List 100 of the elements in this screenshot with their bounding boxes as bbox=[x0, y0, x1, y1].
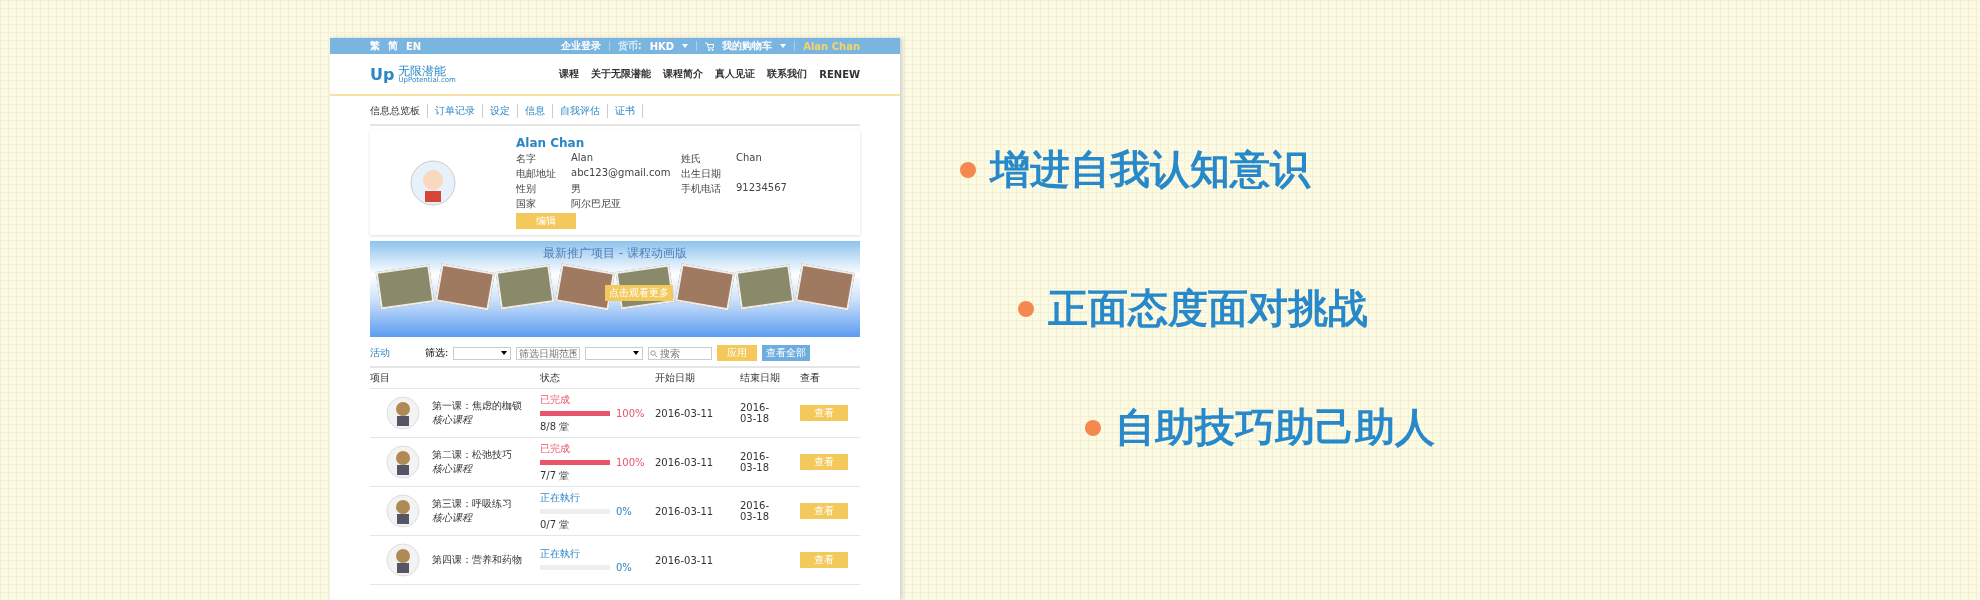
bullet-dot bbox=[1085, 419, 1101, 436]
language-link[interactable]: 繁 bbox=[370, 39, 380, 53]
nav-link[interactable]: 课程简介 bbox=[663, 67, 704, 81]
end-date: 2016-03-18 bbox=[740, 402, 771, 424]
field-label: 姓氏 bbox=[681, 152, 702, 166]
lesson-category: 核心课程 bbox=[432, 413, 474, 427]
status-label: 正在執行 bbox=[540, 490, 581, 505]
progress-percent: 100% bbox=[616, 456, 645, 468]
bullet-dot bbox=[1018, 300, 1034, 317]
caret-icon bbox=[633, 351, 640, 355]
nav-link[interactable]: 课程 bbox=[559, 67, 580, 81]
progress-percent: 0% bbox=[616, 505, 632, 517]
cart-link[interactable]: 我的购物车 bbox=[722, 39, 773, 53]
progress-percent: 0% bbox=[616, 562, 632, 573]
caret-icon bbox=[682, 44, 689, 48]
character-avatar-icon bbox=[386, 445, 420, 479]
apply-button[interactable]: 应用 bbox=[717, 345, 758, 361]
column-header: 项目 bbox=[370, 371, 391, 385]
language-link[interactable]: EN bbox=[406, 40, 422, 52]
photo-placeholder bbox=[375, 264, 435, 310]
lesson-title: 第二课：松弛技巧 bbox=[432, 448, 512, 462]
field-value: Alan bbox=[571, 152, 595, 165]
field-value: 男 bbox=[571, 182, 582, 196]
tab[interactable]: 订单记录 bbox=[428, 104, 483, 118]
caret-icon bbox=[780, 44, 787, 48]
field-label: 性别 bbox=[516, 182, 537, 196]
start-date: 2016-03-11 bbox=[655, 505, 715, 517]
field-value: 阿尔巴尼亚 bbox=[571, 197, 622, 211]
photo-placeholder bbox=[735, 264, 795, 310]
start-date: 2016-03-11 bbox=[655, 554, 715, 566]
session-count: 8/8 堂 bbox=[540, 419, 571, 434]
category-dropdown[interactable] bbox=[453, 346, 512, 360]
bullet-text: 自助技巧助己助人 bbox=[1115, 403, 1435, 452]
search-field[interactable]: 搜索 bbox=[648, 346, 713, 360]
nav-link[interactable]: RENEW bbox=[819, 68, 860, 80]
photo-placeholder bbox=[495, 264, 555, 310]
search-icon bbox=[650, 349, 658, 357]
column-header: 开始日期 bbox=[655, 371, 696, 385]
session-count: 0/7 堂 bbox=[540, 517, 571, 532]
column-header: 状态 bbox=[540, 371, 561, 385]
field-label: 电邮地址 bbox=[516, 167, 557, 181]
view-button[interactable]: 查看 bbox=[800, 405, 848, 421]
view-button[interactable]: 查看 bbox=[800, 552, 848, 568]
column-header: 查看 bbox=[800, 371, 821, 385]
field-value: abc123@gmail.com bbox=[571, 167, 672, 180]
bullet-text: 增进自我认知意识 bbox=[990, 145, 1310, 194]
view-all-button[interactable]: 查看全部 bbox=[762, 345, 811, 361]
corporate-login-link[interactable]: 企业登录 bbox=[560, 39, 601, 53]
lesson-category: 核心课程 bbox=[432, 462, 474, 476]
end-date: 2016-03-18 bbox=[740, 500, 771, 522]
user-link[interactable]: Alan Chan bbox=[803, 40, 860, 52]
nav-link[interactable]: 真人见证 bbox=[715, 67, 756, 81]
view-button[interactable]: 查看 bbox=[800, 503, 848, 519]
bullet-dot bbox=[960, 161, 976, 178]
caret-icon bbox=[501, 351, 508, 355]
logo-mark: Up bbox=[370, 64, 395, 84]
bullet-text: 正面态度面对挑战 bbox=[1048, 284, 1368, 333]
field-label: 出生日期 bbox=[681, 167, 722, 181]
logo-name: 无限潜能 bbox=[398, 64, 447, 77]
status-label: 已完成 bbox=[540, 392, 571, 407]
column-header: 结束日期 bbox=[740, 371, 781, 385]
character-avatar-icon bbox=[386, 396, 420, 430]
lesson-title: 第一课：焦虑的枷锁 bbox=[432, 399, 522, 413]
photo-placeholder bbox=[675, 263, 735, 311]
view-button[interactable]: 查看 bbox=[800, 454, 848, 470]
session-count: 7/7 堂 bbox=[540, 468, 571, 483]
tab[interactable]: 自我评估 bbox=[553, 104, 608, 118]
progress-bar bbox=[540, 410, 610, 416]
progress-percent: 100% bbox=[616, 407, 645, 419]
field-label: 国家 bbox=[516, 197, 537, 211]
nav-link[interactable]: 关于无限潜能 bbox=[591, 67, 652, 81]
watch-more-button[interactable]: 点击观看更多 bbox=[605, 285, 673, 301]
field-label: 手机电话 bbox=[681, 182, 722, 196]
character-avatar-icon bbox=[386, 494, 420, 528]
profile-name: Alan Chan bbox=[516, 136, 586, 150]
status-dropdown[interactable] bbox=[585, 346, 644, 360]
photo-placeholder bbox=[795, 263, 855, 311]
currency-dropdown[interactable]: HKD bbox=[649, 40, 675, 52]
tab[interactable]: 证书 bbox=[608, 104, 643, 118]
lesson-title: 第四课：营养和药物 bbox=[432, 553, 522, 567]
currency-label: 货币: bbox=[617, 39, 642, 53]
end-date: 2016-03-18 bbox=[740, 451, 771, 473]
tab[interactable]: 信息 bbox=[518, 104, 553, 118]
language-link[interactable]: 简 bbox=[388, 39, 398, 53]
start-date: 2016-03-11 bbox=[655, 407, 715, 419]
edit-button[interactable]: 编辑 bbox=[516, 213, 576, 229]
progress-bar bbox=[540, 459, 610, 465]
status-label: 已完成 bbox=[540, 441, 571, 456]
section-title: 活动 bbox=[370, 346, 390, 360]
tab[interactable]: 设定 bbox=[483, 104, 518, 118]
tab[interactable]: 信息总览板 bbox=[370, 104, 428, 118]
banner-title: 最新推广项目 - 课程动画版 bbox=[543, 245, 687, 262]
lesson-title: 第三课：呼吸练习 bbox=[432, 497, 512, 511]
cart-icon bbox=[705, 41, 715, 51]
field-value: Chan bbox=[736, 152, 763, 165]
nav-link[interactable]: 联系我们 bbox=[767, 67, 808, 81]
start-date: 2016-03-11 bbox=[655, 456, 715, 468]
photo-placeholder bbox=[435, 263, 495, 311]
field-value: 91234567 bbox=[736, 182, 788, 195]
lesson-category: 核心课程 bbox=[432, 511, 474, 525]
